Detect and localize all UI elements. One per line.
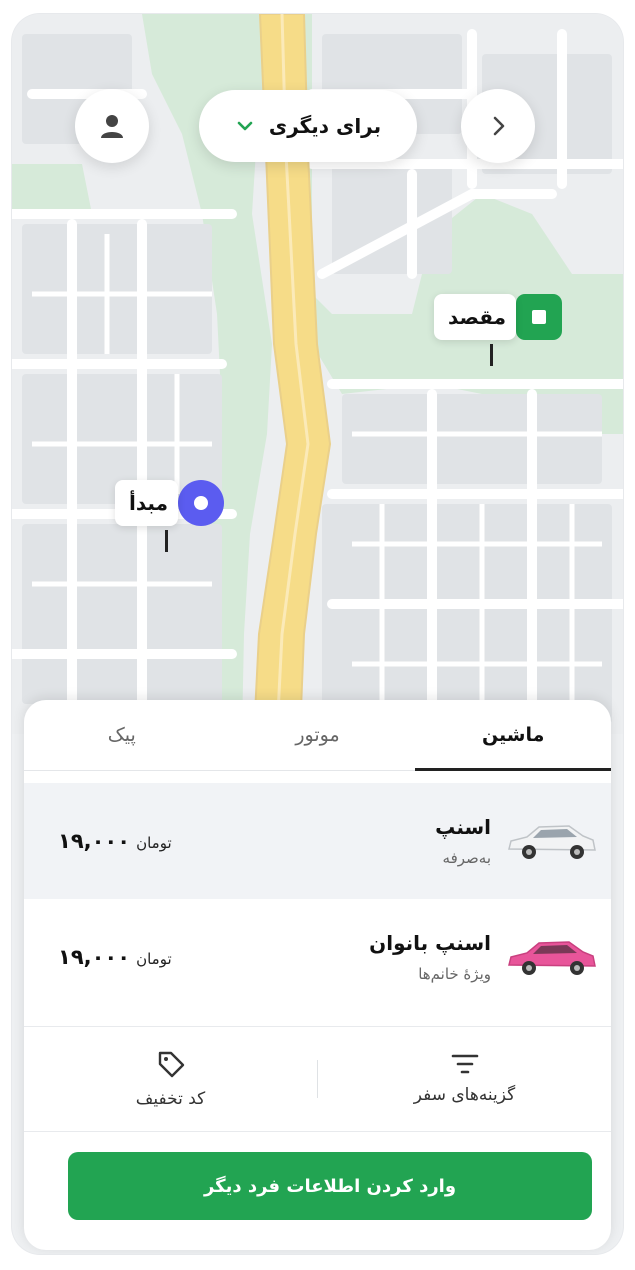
price-currency: تومان <box>136 950 172 968</box>
discount-code-button[interactable]: کد تخفیف <box>24 1027 317 1131</box>
enter-other-person-info-button[interactable]: وارد کردن اطلاعات فرد دیگر <box>68 1152 592 1220</box>
destination-label: مقصد <box>434 294 517 340</box>
back-button[interactable] <box>461 89 535 163</box>
service-price: تومان ۱۹,۰۰۰ <box>24 945 172 969</box>
destination-pin-icon <box>516 294 563 340</box>
profile-button[interactable] <box>75 89 149 163</box>
trip-options-button[interactable]: گزینه‌های سفر <box>318 1027 611 1131</box>
service-price: تومان ۱۹,۰۰۰ <box>24 829 172 853</box>
for-other-label: برای دیگری <box>268 114 382 138</box>
car-icon <box>491 819 611 863</box>
trip-options-label: گزینه‌های سفر <box>413 1085 516 1105</box>
trip-actions: گزینه‌های سفر کد تخفیف <box>24 1026 611 1132</box>
price-value: ۱۹,۰۰۰ <box>58 829 131 853</box>
service-subtitle: ویژهٔ خانم‌ها <box>418 965 491 983</box>
tab-courier[interactable]: پیک <box>24 700 220 770</box>
for-other-button[interactable]: برای دیگری <box>199 90 417 162</box>
tab-car[interactable]: ماشین <box>415 700 611 771</box>
car-icon <box>491 935 611 979</box>
user-icon <box>101 115 123 138</box>
destination-marker[interactable]: مقصد <box>434 294 563 366</box>
app-frame: برای دیگری مقصد مبدأ ماشین موتور پیک اسن… <box>12 14 623 1254</box>
price-value: ۱۹,۰۰۰ <box>58 945 131 969</box>
tag-icon <box>158 1051 184 1078</box>
origin-pin-icon <box>177 480 224 526</box>
service-info: اسنپ به‌صرفه <box>172 815 491 867</box>
origin-label: مبدأ <box>115 480 178 526</box>
service-row-snapp[interactable]: اسنپ به‌صرفه تومان ۱۹,۰۰۰ <box>24 783 611 899</box>
chevron-right-icon <box>493 116 505 136</box>
filter-icon <box>451 1054 478 1074</box>
origin-marker[interactable]: مبدأ <box>115 480 224 552</box>
service-title: اسنپ بانوان <box>369 931 491 955</box>
service-info: اسنپ بانوان ویژهٔ خانم‌ها <box>172 931 491 983</box>
service-row-snapp-women[interactable]: اسنپ بانوان ویژهٔ خانم‌ها تومان ۱۹,۰۰۰ <box>24 899 611 1015</box>
price-currency: تومان <box>136 834 172 852</box>
discount-code-label: کد تخفیف <box>135 1089 206 1109</box>
service-title: اسنپ <box>435 815 491 839</box>
tab-motorcycle[interactable]: موتور <box>220 700 416 770</box>
chevron-down-icon <box>237 121 253 131</box>
vehicle-tabs: ماشین موتور پیک <box>24 700 611 771</box>
service-subtitle: به‌صرفه <box>442 849 491 867</box>
ride-options-sheet: ماشین موتور پیک اسنپ به‌صرفه تومان ۱۹,۰۰… <box>24 700 611 1250</box>
